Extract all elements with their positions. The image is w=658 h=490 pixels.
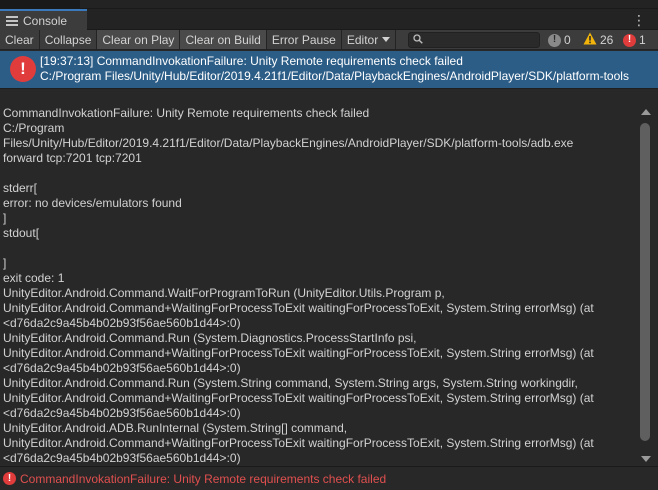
error-pause-toggle[interactable]: Error Pause <box>267 30 342 49</box>
console-toolbar: Clear Collapse Clear on Play Clear on Bu… <box>0 30 658 50</box>
stack-trace-line: UnityEditor.Android.Command+WaitingForPr… <box>3 301 594 315</box>
stack-trace-line: <d76da2c9a45b4b02b93f56ae560b1d44>:0) <box>3 451 241 465</box>
tab-console[interactable]: Console <box>0 9 87 30</box>
stack-trace-detail[interactable]: CommandInvokationFailure: Unity Remote r… <box>0 105 636 466</box>
search-icon <box>413 33 423 47</box>
stack-trace-line <box>3 241 636 256</box>
scroll-down-icon[interactable] <box>641 456 651 462</box>
stack-trace-line: UnityEditor.Android.Command+WaitingForPr… <box>3 391 594 405</box>
status-message: CommandInvokationFailure: Unity Remote r… <box>20 471 387 486</box>
chevron-down-icon <box>382 37 391 42</box>
stack-trace-line: UnityEditor.Android.Command+WaitingForPr… <box>3 346 594 360</box>
stack-trace-line: stdout[ <box>3 226 40 240</box>
stack-trace-line: CommandInvokationFailure: Unity Remote r… <box>3 106 370 120</box>
error-icon: ! <box>10 56 36 82</box>
warning-count: 26 <box>600 33 614 47</box>
search-input[interactable] <box>426 34 526 46</box>
collapse-button[interactable]: Collapse <box>40 30 98 49</box>
log-entry-line-2: C:/Program Files/Unity/Hub/Editor/2019.4… <box>40 69 629 83</box>
kebab-menu-icon[interactable]: ⋮ <box>632 12 646 28</box>
status-bar[interactable]: ! CommandInvokationFailure: Unity Remote… <box>0 466 658 490</box>
stack-trace-line: error: no devices/emulators found <box>3 196 182 210</box>
scrollbar-thumb[interactable] <box>640 123 650 441</box>
tab-console-label: Console <box>23 13 68 28</box>
warning-icon <box>583 32 597 48</box>
log-entry-selected[interactable]: ! [19:37:13] CommandInvokationFailure: U… <box>0 51 658 88</box>
clear-on-build-toggle[interactable]: Clear on Build <box>180 30 267 49</box>
error-icon: ! <box>623 33 636 47</box>
clear-button[interactable]: Clear <box>0 30 40 49</box>
error-icon: ! <box>3 472 16 485</box>
info-filter-toggle[interactable]: ! 0 <box>548 30 571 50</box>
stack-trace-line: UnityEditor.Android.Command.WaitForProgr… <box>3 286 445 300</box>
log-entry-text: [19:37:13] CommandInvokationFailure: Uni… <box>40 54 658 84</box>
stack-trace-line: <d76da2c9a45b4b02b93f56ae560b1d44>:0) <box>3 361 241 375</box>
error-count: 1 <box>639 33 646 47</box>
stack-trace-line: UnityEditor.Android.Command.Run (System.… <box>3 376 578 390</box>
stack-trace-line: UnityEditor.Android.Command+WaitingForPr… <box>3 436 594 450</box>
log-entry-line-1: [19:37:13] CommandInvokationFailure: Uni… <box>40 54 463 68</box>
top-strip-line <box>80 0 658 9</box>
info-count: 0 <box>564 33 571 47</box>
console-list-icon <box>6 15 18 26</box>
stack-trace-line: Files/Unity/Hub/Editor/2019.4.21f1/Edito… <box>3 136 574 150</box>
stack-trace-line: exit code: 1 <box>3 271 65 285</box>
stack-trace-line: UnityEditor.Android.Command.Run (System.… <box>3 331 417 345</box>
window-top-strip <box>0 0 658 9</box>
editor-dropdown[interactable]: Editor <box>342 30 397 49</box>
stack-trace-line: ] <box>3 256 7 270</box>
stack-trace-line: <d76da2c9a45b4b02b93f56ae560b1d44>:0) <box>3 406 241 420</box>
search-field[interactable] <box>408 32 540 48</box>
warning-filter-toggle[interactable]: 26 <box>583 30 613 50</box>
stack-trace-line: <d76da2c9a45b4b02b93f56ae560b1d44>:0) <box>3 316 241 330</box>
top-strip-gap <box>0 0 78 9</box>
editor-dropdown-label: Editor <box>346 32 379 47</box>
clear-on-play-toggle[interactable]: Clear on Play <box>97 30 181 49</box>
stack-trace-line <box>3 166 636 181</box>
stack-trace-line: ] <box>3 211 7 225</box>
detail-scrollbar[interactable] <box>636 105 658 466</box>
info-icon: ! <box>548 33 561 47</box>
scroll-up-icon[interactable] <box>641 109 651 115</box>
error-filter-toggle[interactable]: ! 1 <box>623 30 646 50</box>
list-detail-splitter[interactable] <box>0 88 658 105</box>
stack-trace-line: forward tcp:7201 tcp:7201 <box>3 151 142 165</box>
stack-trace-line: stderr[ <box>3 181 38 195</box>
tab-bar: Console ⋮ <box>0 9 658 30</box>
stack-trace-line: UnityEditor.Android.ADB.RunInternal (Sys… <box>3 421 348 435</box>
stack-trace-line: C:/Program <box>3 121 65 135</box>
